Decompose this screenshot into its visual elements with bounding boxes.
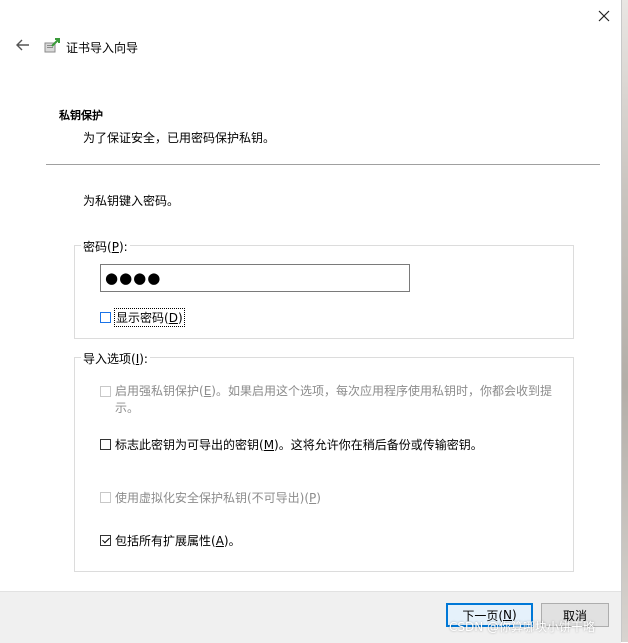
extended-properties-option[interactable]: 包括所有扩展属性(A)。	[100, 532, 241, 549]
password-group-label: 密码(P):	[81, 238, 130, 255]
wizard-title: 证书导入向导	[66, 41, 139, 55]
back-arrow-icon[interactable]	[12, 34, 34, 56]
strong-protection-check-box[interactable]	[100, 386, 111, 397]
show-password-check-box[interactable]	[100, 312, 111, 323]
exportable-key-check-box[interactable]	[100, 439, 111, 450]
virtualization-security-option[interactable]: 使用虚拟化安全保护私钥(不可导出)(P)	[100, 489, 321, 506]
exportable-key-option[interactable]: 标志此密钥为可导出的密钥(M)。这将允许你在稍后备份或传输密钥。	[100, 436, 483, 453]
password-input[interactable]: ●●●●	[100, 264, 410, 292]
section-title: 私钥保护	[59, 109, 103, 122]
show-password-label: 显示密码(D)	[114, 308, 185, 327]
show-password-checkbox[interactable]: 显示密码(D)	[100, 308, 185, 327]
dialog-footer: 下一页(N) 取消	[0, 591, 621, 643]
extended-properties-check-box[interactable]	[100, 535, 111, 546]
certificate-import-wizard-dialog: 证书导入向导 私钥保护 为了保证安全，已用密码保护私钥。 为私钥键入密码。 密码…	[0, 0, 622, 643]
header-divider	[46, 164, 600, 165]
virtualization-security-check-box[interactable]	[100, 492, 111, 503]
close-icon[interactable]	[590, 4, 618, 28]
section-subtitle: 为了保证安全，已用密码保护私钥。	[83, 131, 276, 145]
import-options-label: 导入选项(I):	[81, 350, 150, 367]
certificate-wizard-icon	[43, 37, 61, 55]
background-window-edge	[621, 0, 628, 642]
password-prompt: 为私钥键入密码。	[83, 194, 180, 208]
watermark-text: CSDN @你算哪块小饼干略	[449, 620, 596, 634]
strong-protection-option[interactable]: 启用强私钥保护(E)。如果启用这个选项，每次应用程序使用私钥时，你都会收到提 示…	[100, 383, 560, 417]
